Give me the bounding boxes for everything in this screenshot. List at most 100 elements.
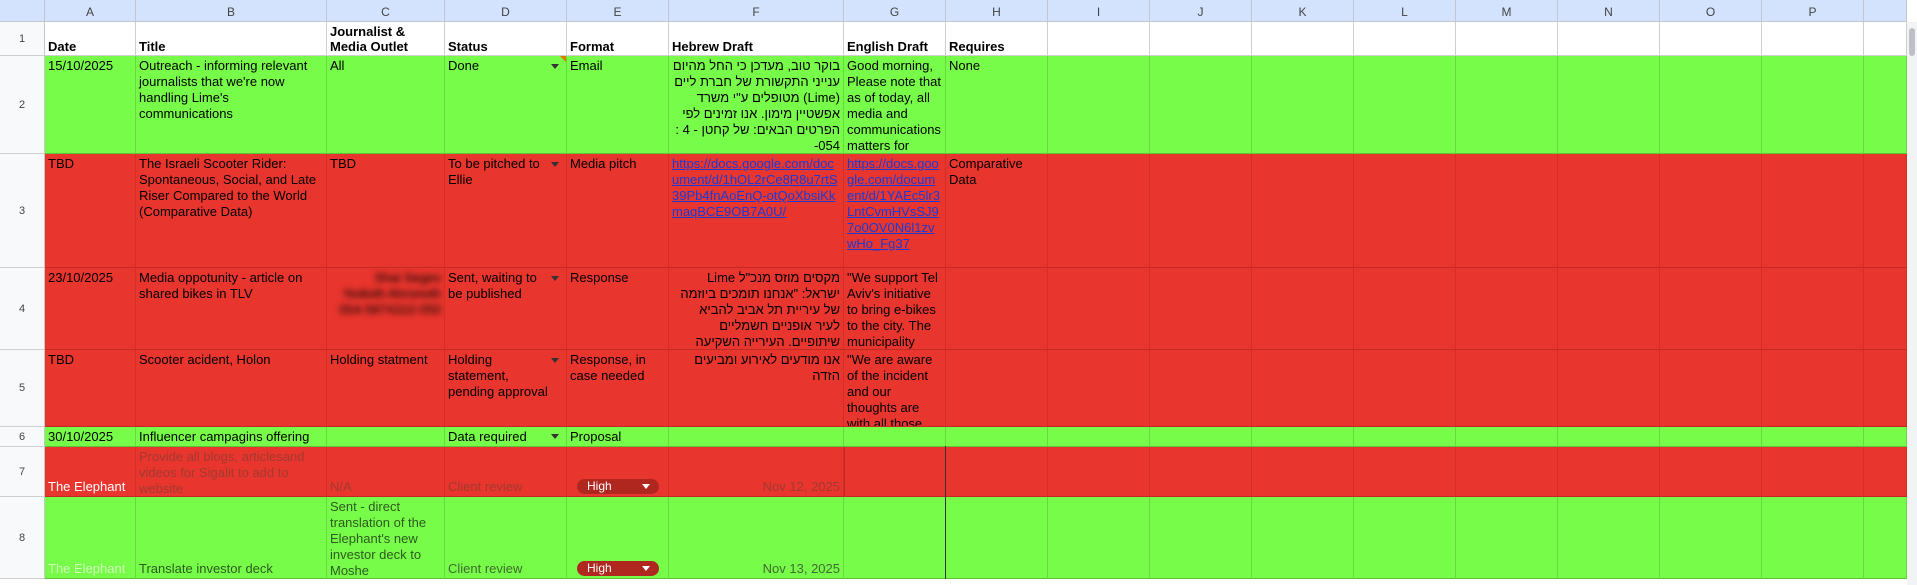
title-cell[interactable]: Scooter acident, Holon bbox=[136, 350, 327, 427]
empty-cell[interactable] bbox=[1864, 22, 1907, 56]
title-cell[interactable]: Outreach - informing relevant journalist… bbox=[136, 56, 327, 154]
chevron-down-icon[interactable] bbox=[551, 276, 559, 281]
client-cell[interactable]: The Elephant bbox=[45, 497, 136, 579]
title-cell[interactable]: The Israeli Scooter Rider: Spontaneous, … bbox=[136, 154, 327, 268]
date-cell[interactable]: 23/10/2025 bbox=[45, 268, 136, 350]
header-title-cell[interactable]: Title bbox=[136, 22, 327, 56]
due-date-cell[interactable]: Nov 12, 2025 bbox=[669, 447, 844, 497]
row-header-4[interactable]: 4 bbox=[0, 268, 45, 350]
empty-cell[interactable] bbox=[1456, 154, 1558, 268]
requires-cell[interactable]: None bbox=[946, 56, 1048, 154]
empty-cell[interactable] bbox=[1864, 447, 1907, 497]
empty-cell[interactable] bbox=[1864, 268, 1907, 350]
column-header-n[interactable]: N bbox=[1558, 0, 1660, 22]
journalist-cell[interactable]: All bbox=[327, 56, 445, 154]
requires-cell[interactable] bbox=[946, 427, 1048, 447]
empty-cell[interactable] bbox=[1048, 268, 1150, 350]
empty-cell[interactable] bbox=[1354, 154, 1456, 268]
hebrew-draft-cell[interactable]: מקסים מוזס מנכ"ל Lime ישראל: "אנחנו תומכ… bbox=[669, 268, 844, 350]
hebrew-draft-link[interactable]: https://docs.google.com/document/d/1hOL2… bbox=[672, 156, 837, 219]
format-cell[interactable]: Response bbox=[567, 268, 669, 350]
header-hebrew-cell[interactable]: Hebrew Draft bbox=[669, 22, 844, 56]
journalist-cell[interactable] bbox=[327, 427, 445, 447]
empty-cell[interactable] bbox=[1558, 22, 1660, 56]
column-header-p[interactable]: P bbox=[1762, 0, 1864, 22]
column-header-a[interactable]: A bbox=[45, 0, 136, 22]
empty-cell[interactable] bbox=[1150, 497, 1252, 579]
column-header-o[interactable]: O bbox=[1660, 0, 1762, 22]
empty-cell[interactable] bbox=[1252, 427, 1354, 447]
scrollbar-thumb[interactable] bbox=[1909, 28, 1915, 56]
column-header-h[interactable]: H bbox=[946, 0, 1048, 22]
column-header-c[interactable]: C bbox=[327, 0, 445, 22]
empty-cell[interactable] bbox=[1150, 154, 1252, 268]
column-header-m[interactable]: M bbox=[1456, 0, 1558, 22]
empty-cell[interactable] bbox=[1456, 350, 1558, 427]
review-status-cell[interactable]: Client review bbox=[445, 497, 567, 579]
empty-cell[interactable] bbox=[1558, 427, 1660, 447]
empty-cell[interactable] bbox=[1048, 350, 1150, 427]
empty-cell[interactable] bbox=[1558, 154, 1660, 268]
header-requires-cell[interactable]: Requires bbox=[946, 22, 1048, 56]
empty-cell[interactable] bbox=[1558, 497, 1660, 579]
header-status-cell[interactable]: Status bbox=[445, 22, 567, 56]
date-cell[interactable]: TBD bbox=[45, 350, 136, 427]
header-format-cell[interactable]: Format bbox=[567, 22, 669, 56]
empty-cell[interactable] bbox=[1252, 447, 1354, 497]
empty-cell[interactable] bbox=[1660, 350, 1762, 427]
row-header-8[interactable]: 8 bbox=[0, 497, 45, 579]
task-cell[interactable]: Translate investor deck bbox=[136, 497, 327, 579]
priority-cell[interactable]: High bbox=[567, 497, 669, 579]
empty-cell[interactable] bbox=[1354, 56, 1456, 154]
status-cell[interactable]: Sent, waiting to be published bbox=[445, 268, 567, 350]
empty-cell[interactable] bbox=[1762, 497, 1864, 579]
hebrew-draft-cell[interactable]: אנו מודעים לאירוע ומביעים הזדה bbox=[669, 350, 844, 427]
vertical-scrollbar[interactable] bbox=[1907, 22, 1917, 585]
format-cell[interactable]: Email bbox=[567, 56, 669, 154]
empty-cell[interactable] bbox=[1048, 447, 1150, 497]
requires-cell[interactable] bbox=[946, 268, 1048, 350]
empty-cell[interactable] bbox=[1762, 154, 1864, 268]
header-english-cell[interactable]: English Draft bbox=[844, 22, 946, 56]
column-header-l[interactable]: L bbox=[1354, 0, 1456, 22]
status-cell[interactable]: Data required bbox=[445, 427, 567, 447]
chevron-down-icon[interactable] bbox=[551, 434, 559, 439]
empty-cell[interactable] bbox=[1864, 154, 1907, 268]
column-header-j[interactable]: J bbox=[1150, 0, 1252, 22]
hebrew-draft-cell[interactable]: בוקר טוב, מעדכן כי החל מהיום ענייני התקש… bbox=[669, 56, 844, 154]
notes-cell[interactable]: Sent - direct translation of the Elephan… bbox=[327, 497, 445, 579]
empty-cell[interactable] bbox=[1864, 497, 1907, 579]
empty-cell[interactable] bbox=[1762, 268, 1864, 350]
empty-cell[interactable] bbox=[1150, 56, 1252, 154]
empty-cell[interactable] bbox=[1252, 497, 1354, 579]
english-draft-cell[interactable]: "We support Tel Aviv's initiative to bri… bbox=[844, 268, 946, 350]
column-header-e[interactable]: E bbox=[567, 0, 669, 22]
empty-cell[interactable] bbox=[1660, 154, 1762, 268]
empty-cell[interactable] bbox=[844, 497, 946, 579]
empty-cell[interactable] bbox=[1762, 427, 1864, 447]
column-header-k[interactable]: K bbox=[1252, 0, 1354, 22]
empty-cell[interactable] bbox=[1660, 56, 1762, 154]
column-header-f[interactable]: F bbox=[669, 0, 844, 22]
empty-cell[interactable] bbox=[946, 497, 1048, 579]
row-header-7[interactable]: 7 bbox=[0, 447, 45, 497]
empty-cell[interactable] bbox=[1456, 447, 1558, 497]
status-cell[interactable]: To be pitched to Ellie bbox=[445, 154, 567, 268]
row-header-6[interactable]: 6 bbox=[0, 427, 45, 447]
empty-cell[interactable] bbox=[1762, 350, 1864, 427]
column-header-i[interactable]: I bbox=[1048, 0, 1150, 22]
status-cell[interactable]: Holding statement, pending approval bbox=[445, 350, 567, 427]
empty-cell[interactable] bbox=[1864, 427, 1907, 447]
date-cell[interactable]: 15/10/2025 bbox=[45, 56, 136, 154]
priority-chip[interactable]: High bbox=[577, 561, 659, 576]
client-cell[interactable]: The Elephant bbox=[45, 447, 136, 497]
comment-marker-icon[interactable] bbox=[560, 56, 566, 62]
empty-cell[interactable] bbox=[1354, 427, 1456, 447]
empty-cell[interactable] bbox=[1456, 268, 1558, 350]
journalist-cell[interactable]: TBD bbox=[327, 154, 445, 268]
format-cell[interactable]: Response, in case needed bbox=[567, 350, 669, 427]
empty-cell[interactable] bbox=[1354, 22, 1456, 56]
format-cell[interactable]: Media pitch bbox=[567, 154, 669, 268]
empty-cell[interactable] bbox=[1354, 497, 1456, 579]
row-header-2[interactable]: 2 bbox=[0, 56, 45, 154]
